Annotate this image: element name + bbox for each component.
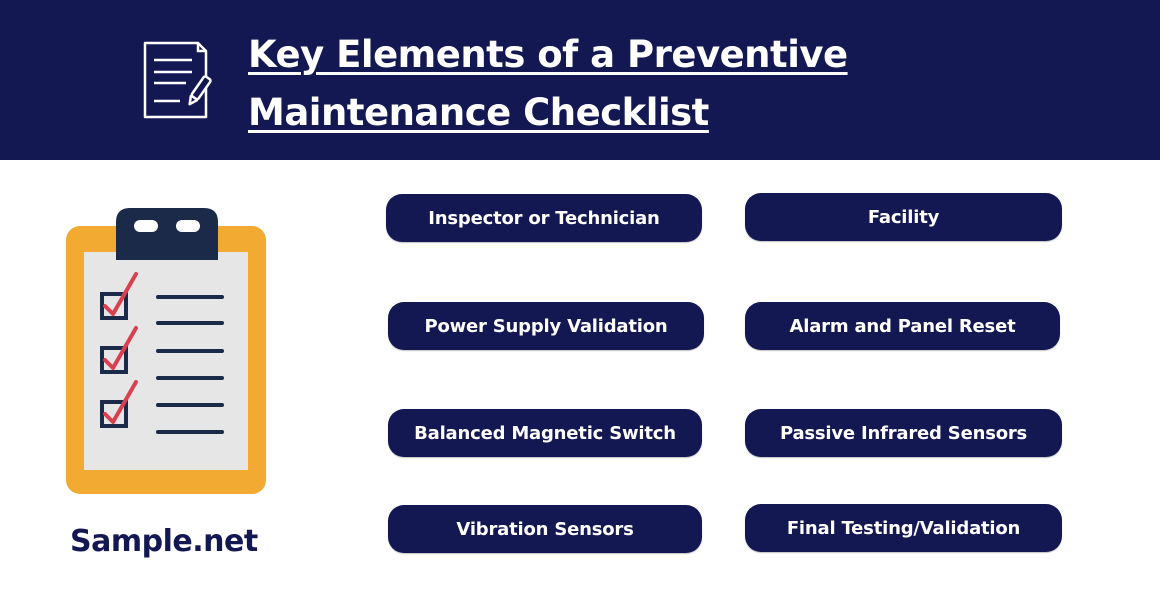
document-edit-icon xyxy=(143,41,212,119)
element-pill: Passive Infrared Sensors xyxy=(745,409,1062,457)
title-line-1: Key Elements of a Preventive xyxy=(248,33,848,76)
element-pill: Vibration Sensors xyxy=(388,505,702,553)
page-title: Key Elements of a Preventive Maintenance… xyxy=(248,26,848,142)
element-pill: Power Supply Validation xyxy=(388,302,704,350)
clipboard-checklist-icon xyxy=(66,208,266,494)
element-pill: Alarm and Panel Reset xyxy=(745,302,1060,350)
title-line-2: Maintenance Checklist xyxy=(248,91,709,134)
element-pill: Balanced Magnetic Switch xyxy=(388,409,702,457)
header-banner: Key Elements of a Preventive Maintenance… xyxy=(0,0,1160,160)
brand-logo-text: Sample.net xyxy=(70,524,258,559)
element-pill: Final Testing/Validation xyxy=(745,504,1062,552)
element-pill: Inspector or Technician xyxy=(386,194,702,242)
element-pill: Facility xyxy=(745,193,1062,241)
